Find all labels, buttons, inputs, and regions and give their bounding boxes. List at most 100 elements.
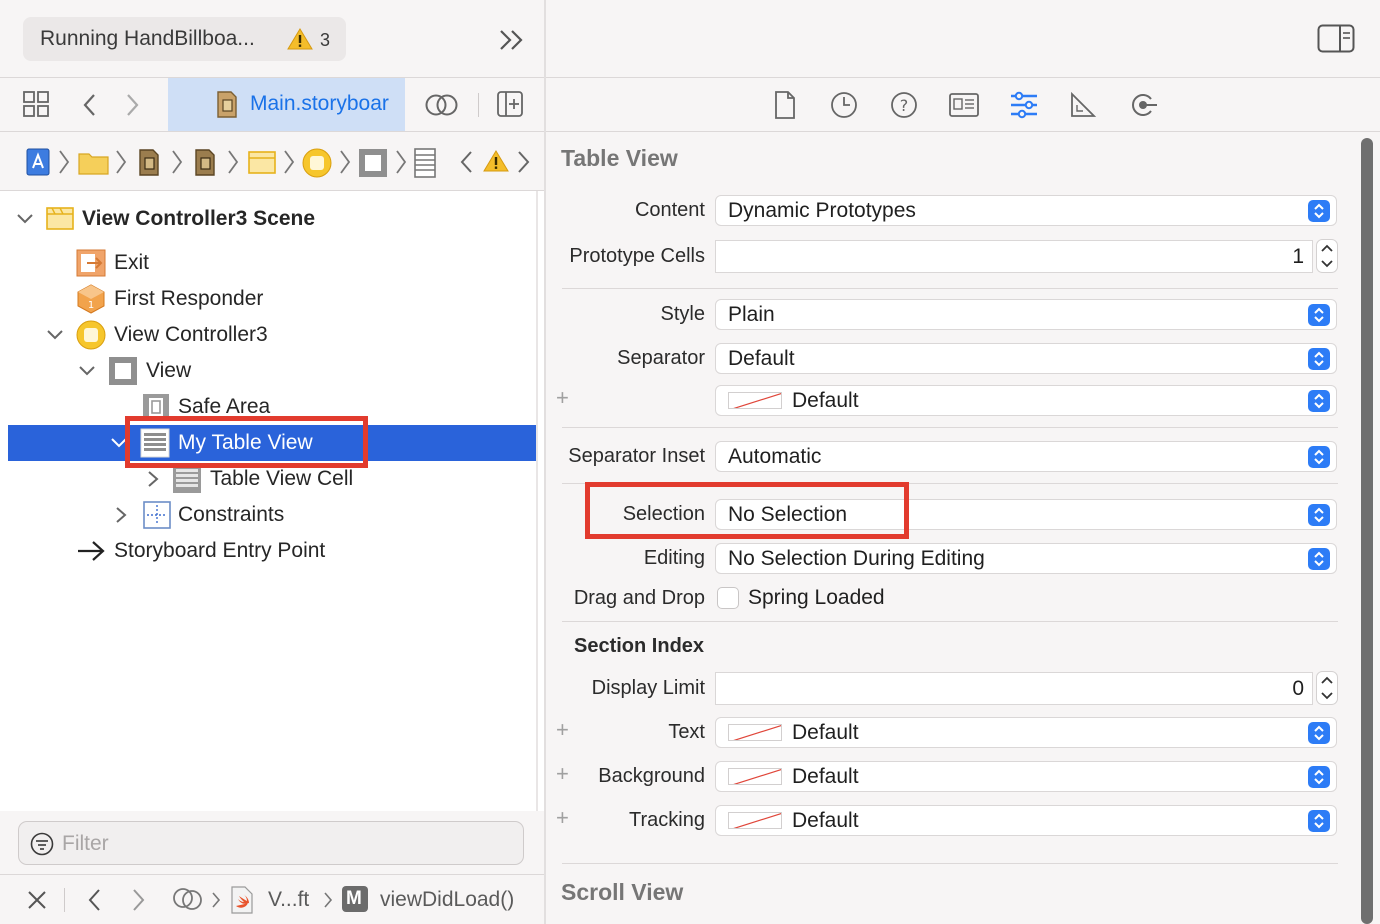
document-outline: View Controller3 Scene Exit 1 First Resp… bbox=[0, 191, 544, 811]
activity-status[interactable]: Running HandBillboa... 3 bbox=[23, 17, 346, 61]
grid-icon[interactable] bbox=[23, 91, 49, 117]
help-inspector-icon[interactable]: ? bbox=[890, 91, 918, 119]
editing-popup[interactable]: No Selection During Editing bbox=[715, 543, 1337, 574]
inspector-scrollbar[interactable] bbox=[1357, 138, 1377, 924]
breadcrumb-chevron-icon bbox=[212, 892, 221, 908]
table-view-icon[interactable] bbox=[414, 148, 436, 178]
disclosure-expanded-icon[interactable] bbox=[16, 211, 34, 227]
view-icon[interactable] bbox=[358, 148, 388, 178]
breadcrumb bbox=[0, 132, 544, 190]
filter-placeholder: Filter bbox=[62, 832, 109, 855]
entry-arrow-icon bbox=[78, 541, 105, 561]
bottom-file-label[interactable]: V...ft bbox=[268, 888, 309, 912]
separator-inset-value: Automatic bbox=[728, 445, 822, 468]
back-chevron-icon[interactable] bbox=[86, 887, 102, 913]
popup-chevron-icon bbox=[1308, 304, 1330, 326]
disclosure-expanded-icon[interactable] bbox=[78, 363, 96, 379]
editing-label: Editing bbox=[643, 547, 705, 569]
outline-row-view[interactable]: View bbox=[8, 353, 536, 389]
breadcrumb-chevron-icon bbox=[340, 150, 351, 174]
scene-icon bbox=[46, 207, 74, 230]
disclosure-collapsed-icon[interactable] bbox=[146, 470, 160, 488]
color-swatch bbox=[728, 812, 782, 829]
prototype-cells-field[interactable]: 1 bbox=[715, 240, 1313, 273]
add-editor-icon[interactable] bbox=[497, 91, 523, 117]
issue-forward-icon[interactable] bbox=[516, 149, 532, 175]
outline-scroll-track[interactable] bbox=[536, 191, 538, 811]
project-icon[interactable] bbox=[26, 148, 50, 176]
style-label: Style bbox=[660, 303, 705, 325]
display-limit-field[interactable]: 0 bbox=[715, 672, 1313, 705]
disclosure-expanded-icon[interactable] bbox=[46, 327, 64, 343]
close-icon[interactable] bbox=[26, 889, 48, 911]
style-popup[interactable]: Plain bbox=[715, 299, 1337, 330]
outline-row-scene[interactable]: View Controller3 Scene bbox=[8, 201, 536, 237]
first-responder-icon: 1 bbox=[77, 284, 105, 314]
outline-label: Constraints bbox=[178, 503, 285, 526]
add-variation-icon[interactable]: + bbox=[556, 805, 569, 831]
separator-color-value: Default bbox=[792, 389, 859, 412]
svg-text:?: ? bbox=[900, 96, 909, 115]
storyboard-base-icon[interactable] bbox=[194, 149, 216, 176]
forward-chevron-icon[interactable] bbox=[124, 92, 142, 118]
tracking-color-label: Tracking bbox=[629, 809, 705, 831]
outline-row-view-controller[interactable]: View Controller3 bbox=[8, 317, 536, 353]
scroll-thumb[interactable] bbox=[1361, 138, 1373, 924]
tracking-color-popup[interactable]: Default bbox=[715, 805, 1337, 836]
scene-icon[interactable] bbox=[248, 149, 276, 175]
prototype-cells-stepper[interactable] bbox=[1316, 239, 1338, 273]
attributes-inspector-icon[interactable] bbox=[1009, 91, 1039, 119]
add-variation-icon[interactable]: + bbox=[556, 385, 569, 411]
related-items-icon[interactable] bbox=[425, 92, 459, 118]
outline-row-entry-point[interactable]: Storyboard Entry Point bbox=[8, 533, 536, 569]
identity-inspector-icon[interactable] bbox=[949, 93, 979, 117]
history-inspector-icon[interactable] bbox=[830, 91, 858, 119]
spring-loaded-label[interactable]: Spring Loaded bbox=[748, 586, 885, 610]
outline-row-first-responder[interactable]: 1 First Responder bbox=[8, 281, 536, 317]
forward-chevron-icon[interactable] bbox=[131, 887, 147, 913]
content-value: Dynamic Prototypes bbox=[728, 199, 916, 222]
view-controller-icon[interactable] bbox=[302, 148, 332, 178]
storyboard-file-icon bbox=[217, 91, 237, 118]
outline-row-constraints[interactable]: Constraints bbox=[8, 497, 536, 533]
outline-label: View bbox=[146, 359, 192, 382]
inspector-toggle-icon[interactable] bbox=[1317, 24, 1355, 54]
add-variation-icon[interactable]: + bbox=[556, 717, 569, 743]
size-inspector-icon[interactable] bbox=[1069, 91, 1097, 119]
separator-inset-popup[interactable]: Automatic bbox=[715, 441, 1337, 472]
background-color-popup[interactable]: Default bbox=[715, 761, 1337, 792]
folder-icon[interactable] bbox=[78, 150, 110, 176]
section-divider bbox=[562, 288, 1338, 289]
content-popup[interactable]: Dynamic Prototypes bbox=[715, 195, 1337, 226]
connections-inspector-icon[interactable] bbox=[1129, 91, 1159, 119]
warning-icon[interactable] bbox=[483, 149, 509, 173]
issue-back-icon[interactable] bbox=[458, 149, 474, 175]
bottom-method-label[interactable]: viewDidLoad() bbox=[380, 888, 514, 912]
disclosure-collapsed-icon[interactable] bbox=[114, 506, 128, 524]
view-controller-icon bbox=[76, 320, 106, 350]
drag-drop-label: Drag and Drop bbox=[573, 587, 705, 609]
separator-color-popup[interactable]: Default bbox=[715, 385, 1337, 416]
file-inspector-icon[interactable] bbox=[774, 91, 796, 119]
warning-icon[interactable] bbox=[287, 27, 313, 51]
filter-field[interactable]: Filter bbox=[18, 821, 524, 865]
storyboard-file-icon[interactable] bbox=[138, 149, 160, 176]
swift-file-icon[interactable] bbox=[230, 886, 254, 914]
outline-row-exit[interactable]: Exit bbox=[8, 245, 536, 281]
popup-chevron-icon bbox=[1308, 722, 1330, 744]
text-color-popup[interactable]: Default bbox=[715, 717, 1337, 748]
spring-loaded-checkbox[interactable] bbox=[717, 587, 739, 609]
related-items-icon[interactable] bbox=[172, 885, 204, 913]
display-limit-stepper[interactable] bbox=[1316, 671, 1338, 705]
popup-chevron-icon bbox=[1308, 200, 1330, 222]
tracking-color-value: Default bbox=[792, 809, 859, 832]
back-chevron-icon[interactable] bbox=[80, 92, 98, 118]
double-chevron-icon[interactable] bbox=[498, 28, 526, 52]
add-variation-icon[interactable]: + bbox=[556, 761, 569, 787]
separator-value: Default bbox=[728, 347, 795, 370]
tab-main-storyboard[interactable]: Main.storyboar bbox=[168, 78, 405, 131]
separator-popup[interactable]: Default bbox=[715, 343, 1337, 374]
separator-inset-label: Separator Inset bbox=[568, 445, 705, 467]
breadcrumb-chevron-icon bbox=[228, 150, 239, 174]
tab-divider bbox=[478, 93, 479, 117]
